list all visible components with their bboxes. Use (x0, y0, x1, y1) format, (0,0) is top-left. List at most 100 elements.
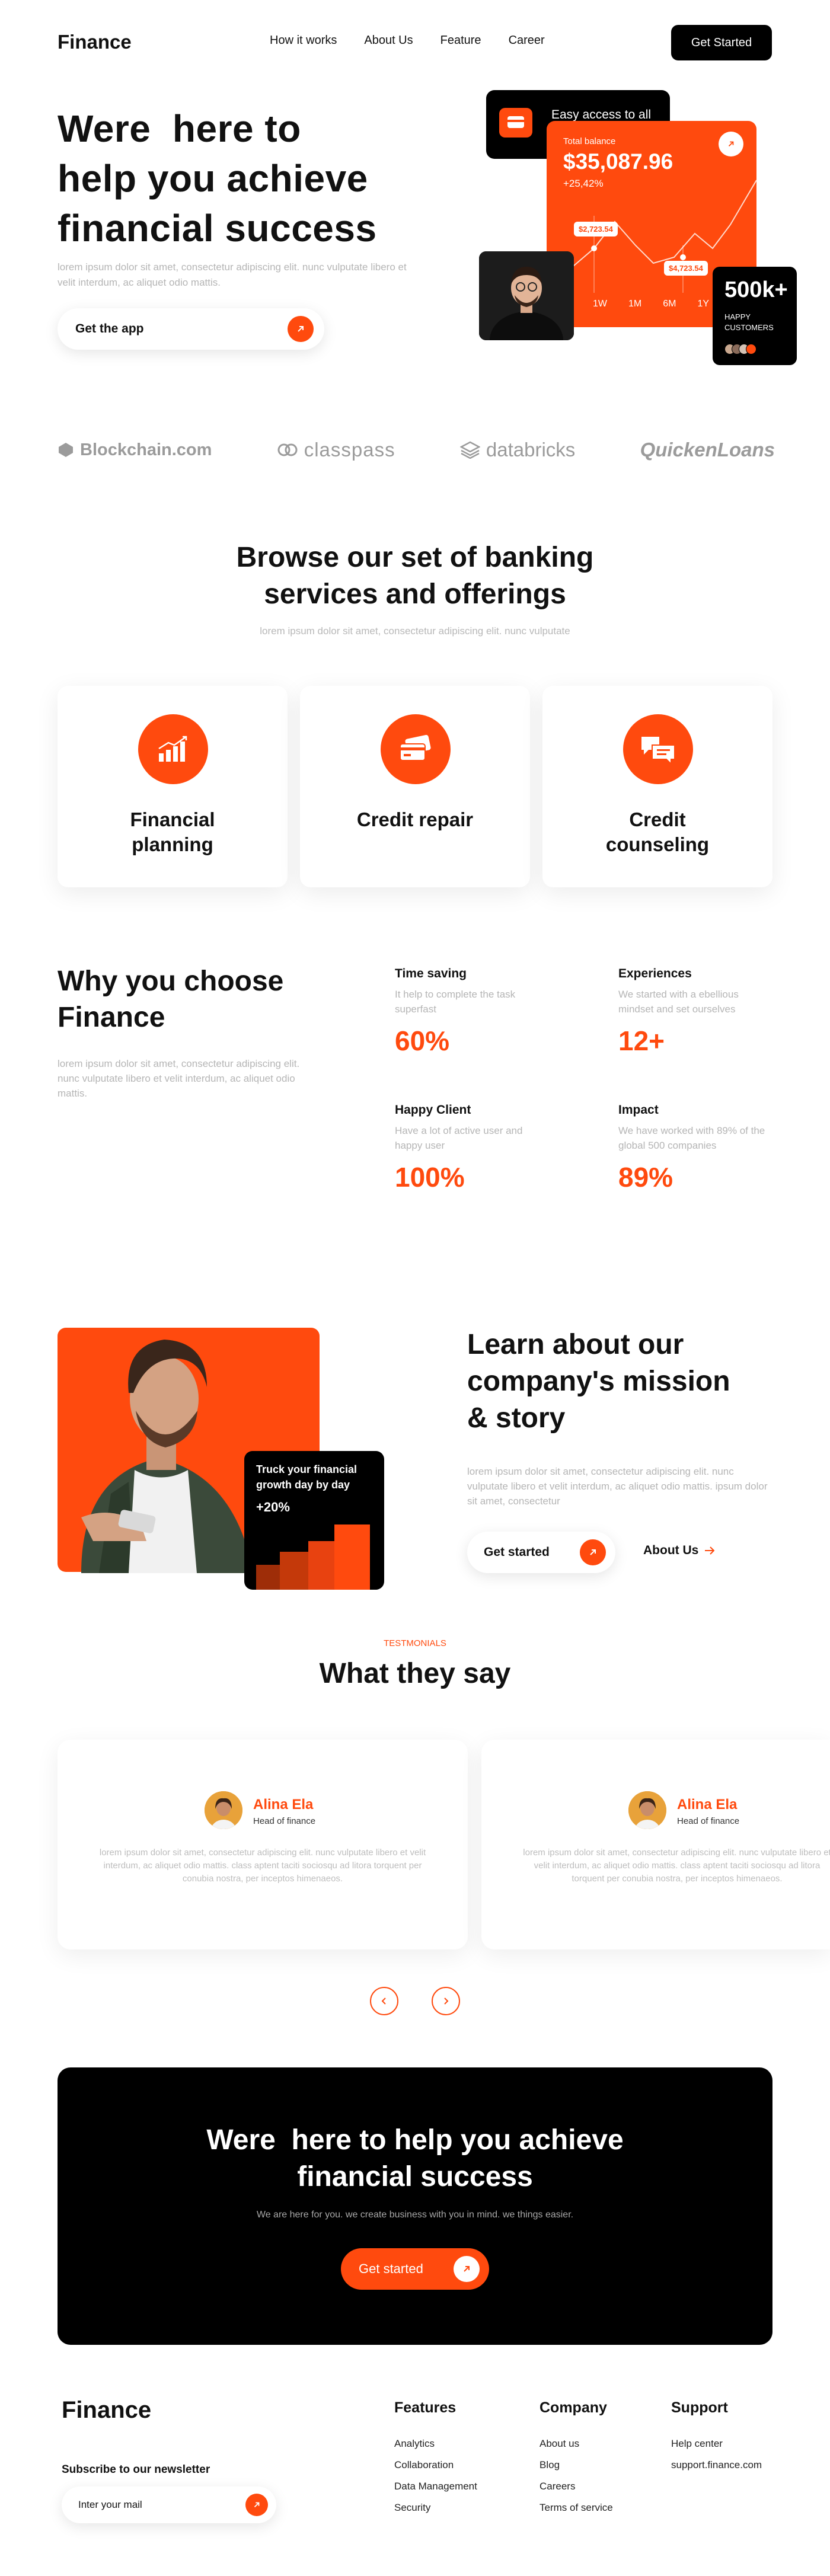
why-title: Why you choose Finance (58, 963, 324, 1035)
service-card-credit-repair[interactable]: Credit repair (300, 686, 530, 887)
service-title-line: counseling (605, 833, 710, 855)
footer-column-title: Features (394, 2399, 456, 2416)
service-card-credit-counseling[interactable]: Credit counseling (542, 686, 772, 887)
classpass-logo-text: classpass (304, 439, 395, 461)
nav-link-how-it-works[interactable]: How it works (270, 34, 337, 47)
classpass-icon (277, 443, 298, 456)
newsletter-placeholder: Inter your mail (78, 2499, 142, 2510)
blockchain-logo: Blockchain.com (58, 440, 212, 460)
stat-description: We started with a ebellious mindset and … (618, 989, 739, 1015)
stat-description: It help to complete the task superfast (395, 989, 516, 1015)
classpass-logo: classpass (277, 439, 395, 461)
stat-title: Happy Client (395, 1103, 471, 1117)
quickenloans-logo-text: QuickenLoans (640, 439, 775, 461)
why-title-line: Finance (58, 1002, 165, 1033)
customers-label: HAPPY CUSTOMERS (724, 312, 774, 333)
nav-logo[interactable]: Finance (58, 31, 132, 53)
service-title: Financial planning (58, 807, 288, 857)
hero-title-line: financial success (58, 207, 377, 250)
arrow-up-right-icon[interactable] (245, 2494, 268, 2516)
chevron-right-icon (444, 1997, 449, 2005)
avatar (628, 1791, 666, 1829)
hero-title-line: help you achieve (58, 157, 368, 200)
blockchain-icon (59, 443, 73, 457)
mission-get-started-button[interactable]: Get started (467, 1532, 615, 1573)
footer-link-security[interactable]: Security (394, 2502, 477, 2514)
databricks-icon (459, 441, 480, 459)
mission-title-line: Learn about our (467, 1329, 684, 1360)
footer-link-terms[interactable]: Terms of service (540, 2502, 613, 2514)
customers-value: 500k+ (724, 277, 788, 302)
stat-happy-client: Happy Client Have a lot of active user a… (395, 1103, 573, 1193)
get-started-button[interactable]: Get Started (671, 25, 772, 60)
footer-link-collaboration[interactable]: Collaboration (394, 2459, 477, 2471)
stat-impact: Impact We have worked with 89% of the gl… (618, 1103, 796, 1193)
service-title-line: Credit repair (356, 808, 474, 830)
testimonials-tag: TESTMONIALS (384, 1638, 446, 1648)
cta-get-started-button[interactable]: Get started (341, 2248, 489, 2290)
arrow-up-right-icon (580, 1539, 606, 1565)
avatar (746, 344, 756, 354)
testimonial-quote: lorem ipsum dolor sit amet, consectetur … (99, 1848, 426, 1884)
footer-link-analytics[interactable]: Analytics (394, 2438, 477, 2450)
period-1y[interactable]: 1Y (697, 299, 709, 309)
services-title-line: Browse our set of banking (236, 542, 594, 573)
wallet-icon (499, 108, 532, 138)
footer-column-features: Features Analytics Collaboration Data Ma… (394, 2399, 477, 2523)
nav-link-feature[interactable]: Feature (440, 34, 481, 47)
avatar (205, 1791, 242, 1829)
nav-link-about-us[interactable]: About Us (364, 34, 413, 47)
chart-tag: $2,723.54 (574, 222, 618, 236)
service-title-line: Credit (629, 808, 686, 830)
testimonial-card: Alina Ela Head of finance lorem ipsum do… (481, 1740, 830, 1949)
service-title: Credit repair (300, 807, 530, 832)
services-subtitle: lorem ipsum dolor sit amet, consectetur … (260, 625, 570, 637)
testimonial-role: Head of finance (253, 1816, 316, 1826)
stat-description: We have worked with 89% of the global 50… (618, 1125, 765, 1151)
footer-link-data-management[interactable]: Data Management (394, 2481, 477, 2492)
databricks-logo-text: databricks (486, 439, 576, 461)
stat-value: 100% (395, 1162, 465, 1193)
footer-link-about-us[interactable]: About us (540, 2438, 613, 2450)
blockchain-logo-text: Blockchain.com (80, 440, 212, 459)
mission-get-started-label: Get started (484, 1545, 550, 1559)
growth-card-title-line: Truck your financial (256, 1463, 357, 1475)
stat-value: 12+ (618, 1025, 665, 1056)
happy-customers-card: 500k+ HAPPY CUSTOMERS (713, 267, 797, 365)
footer-link-careers[interactable]: Careers (540, 2481, 613, 2492)
get-the-app-button[interactable]: Get the app (58, 308, 324, 350)
customer-avatars (724, 344, 756, 354)
newsletter-email-input[interactable]: Inter your mail (62, 2486, 276, 2523)
partner-logos: Blockchain.com classpass databricks Quic… (58, 439, 775, 461)
growth-card-title-line: growth day by day (256, 1479, 350, 1491)
nav-link-career[interactable]: Career (509, 34, 545, 47)
growth-card: Truck your financial growth day by day +… (244, 1451, 384, 1590)
footer-link-help-center[interactable]: Help center (671, 2438, 762, 2450)
footer-column-company: Company About us Blog Careers Terms of s… (540, 2399, 613, 2523)
service-card-financial-planning[interactable]: Financial planning (58, 686, 288, 887)
period-6m[interactable]: 6M (663, 299, 676, 309)
footer-logo[interactable]: Finance (62, 2397, 151, 2424)
databricks-logo: databricks (459, 439, 576, 461)
cta-title: Were here to help you achieve financial … (58, 2122, 772, 2195)
arrow-right-icon (705, 1546, 715, 1555)
period-1m[interactable]: 1M (628, 299, 641, 309)
footer-link-blog[interactable]: Blog (540, 2459, 613, 2471)
cta-banner: Were here to help you achieve financial … (58, 2067, 772, 2345)
previous-button[interactable] (370, 1987, 398, 2015)
period-1w[interactable]: 1W (593, 299, 607, 309)
next-button[interactable] (432, 1987, 460, 2015)
services-title-line: services and offerings (264, 579, 566, 610)
chart-tag: $4,723.54 (664, 261, 708, 276)
stat-value: 60% (395, 1025, 450, 1056)
footer-link-support-email[interactable]: support.finance.com (671, 2459, 762, 2471)
cta-get-started-label: Get started (359, 2261, 423, 2276)
customers-label-line: HAPPY (724, 312, 751, 321)
newsletter-label: Subscribe to our newsletter (62, 2463, 210, 2476)
mission-title-line: & story (467, 1402, 566, 1434)
stat-value: 89% (618, 1162, 673, 1193)
about-us-link[interactable]: About Us (643, 1543, 715, 1558)
testimonial-name: Alina Ela (253, 1797, 314, 1813)
stat-title: Impact (618, 1103, 659, 1117)
stat-description: Have a lot of active user and happy user (395, 1125, 523, 1151)
